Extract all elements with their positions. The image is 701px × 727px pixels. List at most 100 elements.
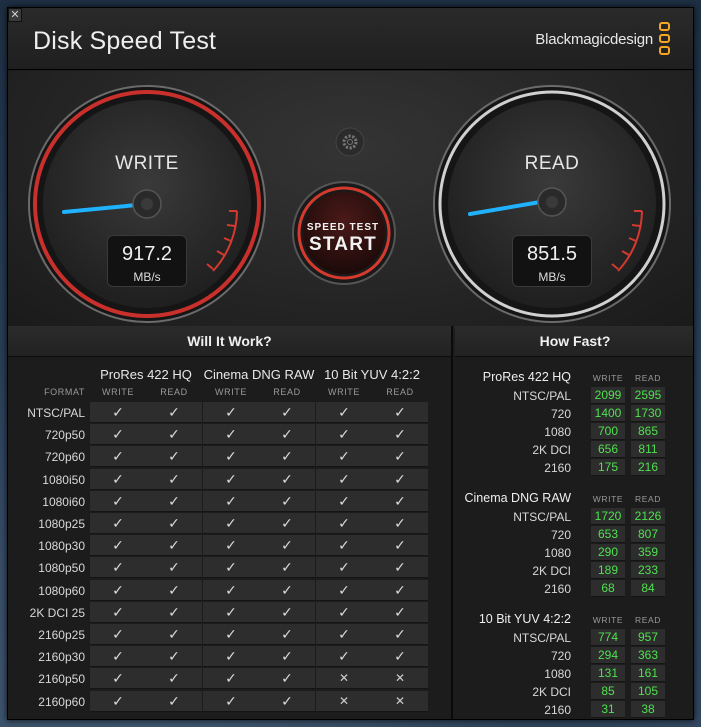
table-row: NTSC/PAL ✓ ✓ ✓ ✓ ✓ ✓ [8, 402, 453, 424]
format-label: 720p60 [44, 450, 85, 465]
write-speed-cell: 774 [591, 629, 625, 646]
check-icon: ✓ [90, 646, 146, 668]
check-icon: ✓ [203, 513, 259, 534]
write-speed-cell: 1720 [591, 508, 625, 525]
close-button[interactable]: ✕ [8, 8, 22, 22]
how-fast-panel: How Fast? ProRes 422 HQ WRITE READ NTSC/PAL… [455, 326, 693, 719]
table-row: 1080 131 161 [455, 665, 693, 683]
read-speed-cell: 2595 [631, 387, 665, 404]
format-label: NTSC/PAL [27, 406, 85, 420]
table-row: 720p50 ✓ ✓ ✓ ✓ ✓ ✓ [8, 424, 453, 446]
check-icon: ✓ [90, 446, 146, 468]
check-icon: ✓ [372, 424, 428, 446]
read-speed-cell: 233 [631, 562, 665, 579]
check-icon: ✓ [203, 579, 259, 601]
how-fast-read-header: READ [634, 494, 662, 504]
check-icon: ✓ [146, 557, 202, 579]
title-bar: Disk Speed Test Blackmagicdesign [8, 8, 693, 70]
table-row: 1080i60 ✓ ✓ ✓ ✓ ✓ ✓ [8, 490, 453, 513]
check-icon: ✓ [372, 557, 428, 579]
table-row: 2K DCI 656 811 [455, 441, 693, 459]
check-icon: ✓ [316, 446, 372, 468]
cross-icon: ✕ [372, 690, 428, 712]
read-speed-cell: 84 [631, 580, 665, 597]
check-icon: ✓ [316, 579, 372, 601]
check-icon: ✓ [316, 468, 372, 490]
table-row: 2160p30 ✓ ✓ ✓ ✓ ✓ ✓ [8, 646, 453, 668]
check-icon: ✓ [90, 490, 146, 512]
check-icon: ✓ [372, 535, 428, 557]
read-speed-cell: 811 [631, 441, 665, 458]
format-label: 2160 [544, 461, 571, 475]
check-icon: ✓ [259, 402, 315, 423]
check-icon: ✓ [203, 690, 259, 712]
read-speed-cell: 359 [631, 544, 665, 561]
check-icon: ✓ [146, 690, 202, 712]
format-label: 2160p60 [38, 694, 85, 709]
check-icon: ✓ [90, 668, 146, 690]
wiw-yuv-write-header: WRITE [328, 387, 360, 397]
speed-test-start-button[interactable] [295, 184, 393, 282]
read-readout: 851.5 MB/s [512, 235, 592, 287]
how-fast-group-title: ProRes 422 HQ [482, 370, 571, 384]
write-readout: 917.2 MB/s [107, 235, 187, 287]
read-speed-cell: 2126 [631, 508, 665, 525]
check-icon: ✓ [316, 535, 372, 557]
check-icon: ✓ [259, 601, 315, 623]
read-speed-cell: 957 [631, 629, 665, 646]
check-icon: ✓ [203, 557, 259, 579]
format-label: 2160 [544, 582, 571, 596]
check-icon: ✓ [259, 446, 315, 468]
format-label: 2K DCI [532, 685, 571, 699]
table-row: 2K DCI 25 ✓ ✓ ✓ ✓ ✓ ✓ [8, 601, 453, 624]
gauges-panel: WRITE 917.2 MB/s READ 851.5 MB/s SPEED T… [8, 71, 693, 329]
format-label: NTSC/PAL [513, 631, 571, 645]
format-label: 720 [550, 528, 571, 542]
format-label: 1080p30 [38, 539, 85, 554]
table-row: 1080p60 ✓ ✓ ✓ ✓ ✓ ✓ [8, 579, 453, 602]
check-icon: ✓ [259, 424, 315, 446]
will-it-work-panel: Will It Work? ProRes 422 HQ Cinema DNG R… [8, 326, 453, 719]
format-label: 2K DCI [532, 443, 571, 457]
table-row: 2160 68 84 [455, 580, 693, 598]
table-row: 1080p50 ✓ ✓ ✓ ✓ ✓ ✓ [8, 557, 453, 579]
wiw-yuv-read-header: READ [386, 387, 414, 397]
check-icon: ✓ [316, 402, 372, 423]
format-label: 2160 [544, 703, 571, 717]
write-speed-cell: 31 [591, 701, 625, 718]
check-icon: ✓ [259, 535, 315, 557]
how-fast-write-header: WRITE [592, 615, 624, 625]
check-icon: ✓ [90, 624, 146, 645]
read-speed-cell: 38 [631, 701, 665, 718]
check-icon: ✓ [146, 579, 202, 601]
settings-button[interactable] [335, 127, 365, 157]
check-icon: ✓ [259, 624, 315, 645]
table-row: 2160 175 216 [455, 459, 693, 477]
will-it-work-title: Will It Work? [8, 326, 451, 357]
write-speed-cell: 653 [591, 526, 625, 543]
write-speed-cell: 2099 [591, 387, 625, 404]
format-label: 2160p30 [38, 650, 85, 665]
table-row: 720p60 ✓ ✓ ✓ ✓ ✓ ✓ [8, 446, 453, 468]
check-icon: ✓ [146, 668, 202, 690]
cross-icon: ✕ [372, 668, 428, 690]
check-icon: ✓ [372, 601, 428, 623]
check-icon: ✓ [90, 513, 146, 534]
check-icon: ✓ [203, 668, 259, 690]
how-fast-read-header: READ [634, 615, 662, 625]
write-speed-cell: 68 [591, 580, 625, 597]
wiw-group-yuv: 10 Bit YUV 4:2:2 [324, 367, 420, 382]
read-speed-value: 851.5 [526, 243, 578, 265]
format-label: 1080p25 [38, 517, 85, 531]
table-row: 1080p30 ✓ ✓ ✓ ✓ ✓ ✓ [8, 535, 453, 557]
write-speed-cell: 175 [591, 459, 625, 476]
read-speed-cell: 363 [631, 647, 665, 664]
table-row: NTSC/PAL 2099 2595 [455, 387, 693, 405]
check-icon: ✓ [259, 668, 315, 690]
check-icon: ✓ [372, 646, 428, 668]
how-fast-write-header: WRITE [592, 494, 624, 504]
write-speed-cell: 700 [591, 423, 625, 440]
check-icon: ✓ [316, 624, 372, 645]
check-icon: ✓ [203, 490, 259, 512]
check-icon: ✓ [203, 468, 259, 490]
